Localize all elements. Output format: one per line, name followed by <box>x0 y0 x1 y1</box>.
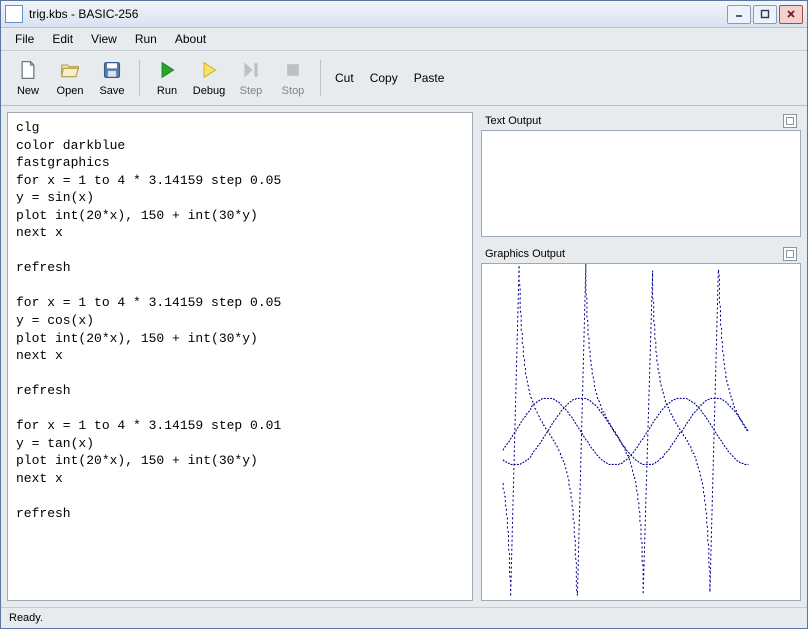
debug-label: Debug <box>193 85 225 97</box>
run-label: Run <box>157 85 177 97</box>
play-outline-icon <box>199 60 219 83</box>
stop-button[interactable]: Stop <box>272 54 314 102</box>
menu-about[interactable]: About <box>167 30 214 48</box>
graphics-output-panel: Graphics Output <box>481 245 801 601</box>
new-button[interactable]: New <box>7 54 49 102</box>
graphics-output-title: Graphics Output <box>485 248 783 260</box>
stop-icon <box>283 60 303 83</box>
window-title: trig.kbs - BASIC-256 <box>29 7 727 21</box>
graphics-canvas <box>482 264 800 600</box>
menu-view[interactable]: View <box>83 30 125 48</box>
step-label: Step <box>240 85 263 97</box>
folder-open-icon <box>60 60 80 83</box>
stop-label: Stop <box>282 85 305 97</box>
menu-edit[interactable]: Edit <box>44 30 81 48</box>
step-button[interactable]: Step <box>230 54 272 102</box>
menu-run[interactable]: Run <box>127 30 165 48</box>
paste-button[interactable]: Paste <box>406 67 453 89</box>
minimize-button[interactable] <box>727 5 751 24</box>
copy-button[interactable]: Copy <box>362 67 406 89</box>
open-label: Open <box>57 85 84 97</box>
graphics-output-body <box>481 263 801 601</box>
close-button[interactable] <box>779 5 803 24</box>
play-icon <box>157 60 177 83</box>
text-output-body <box>481 130 801 237</box>
step-icon <box>241 60 261 83</box>
right-column: Text Output Graphics Output <box>481 112 801 601</box>
text-output-panel: Text Output <box>481 112 801 237</box>
open-button[interactable]: Open <box>49 54 91 102</box>
toolbar-separator <box>320 60 321 96</box>
new-label: New <box>17 85 39 97</box>
window: trig.kbs - BASIC-256 File Edit View Run … <box>0 0 808 629</box>
undock-icon[interactable] <box>783 247 797 261</box>
menubar: File Edit View Run About <box>1 28 807 51</box>
graphics-output-header: Graphics Output <box>481 245 801 263</box>
statusbar: Ready. <box>1 607 807 628</box>
text-output-header: Text Output <box>481 112 801 130</box>
debug-button[interactable]: Debug <box>188 54 230 102</box>
toolbar: New Open Save Run Debug <box>1 51 807 106</box>
save-icon <box>102 60 122 83</box>
workarea: clg color darkblue fastgraphics for x = … <box>1 106 807 607</box>
cut-button[interactable]: Cut <box>327 67 362 89</box>
menu-file[interactable]: File <box>7 30 42 48</box>
run-button[interactable]: Run <box>146 54 188 102</box>
toolbar-separator <box>139 60 140 96</box>
status-text: Ready. <box>9 612 43 624</box>
undock-icon[interactable] <box>783 114 797 128</box>
app-icon <box>5 5 23 23</box>
save-button[interactable]: Save <box>91 54 133 102</box>
new-file-icon <box>18 60 38 83</box>
text-output-title: Text Output <box>485 115 783 127</box>
titlebar: trig.kbs - BASIC-256 <box>1 1 807 28</box>
save-label: Save <box>99 85 124 97</box>
maximize-button[interactable] <box>753 5 777 24</box>
code-editor[interactable]: clg color darkblue fastgraphics for x = … <box>7 112 473 601</box>
